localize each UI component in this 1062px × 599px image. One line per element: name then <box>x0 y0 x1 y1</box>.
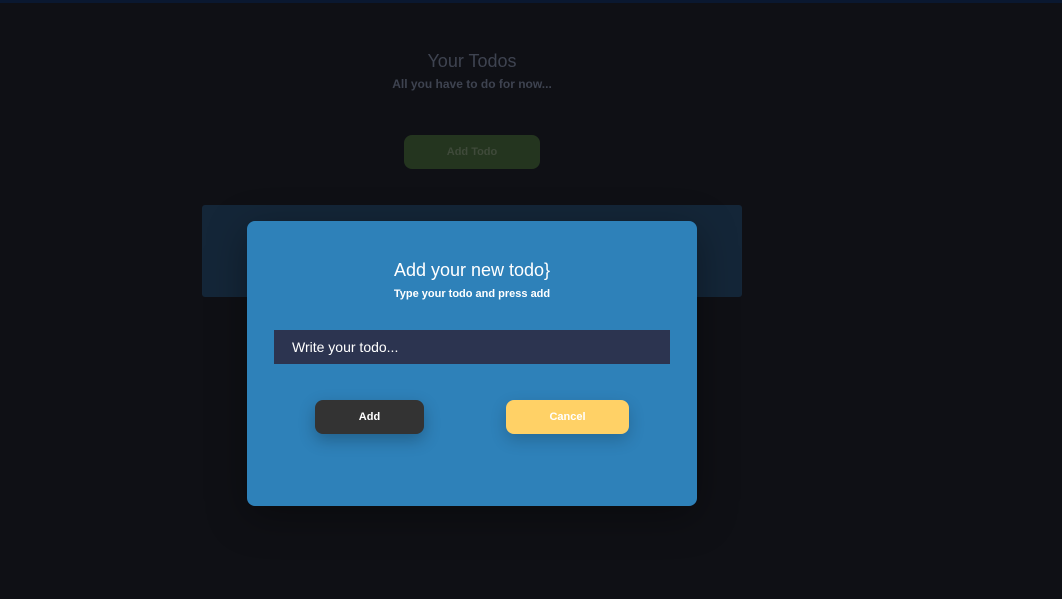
add-todo-button[interactable]: Add Todo <box>404 135 540 169</box>
modal-title: Add your new todo} <box>393 260 551 280</box>
page: Your Todos All you have to do for now...… <box>0 0 1062 599</box>
todo-input[interactable] <box>274 330 670 364</box>
todos-header: Your Todos All you have to do for now... <box>0 50 944 91</box>
page-subtitle: All you have to do for now... <box>392 77 552 91</box>
modal-subtitle: Type your todo and press add <box>393 288 551 300</box>
page-title: Your Todos <box>427 51 517 71</box>
top-strip <box>0 0 1062 3</box>
add-todo-modal: Add your new todo} Type your todo and pr… <box>247 221 697 506</box>
add-button[interactable]: Add <box>315 400 424 434</box>
cancel-button[interactable]: Cancel <box>506 400 629 434</box>
